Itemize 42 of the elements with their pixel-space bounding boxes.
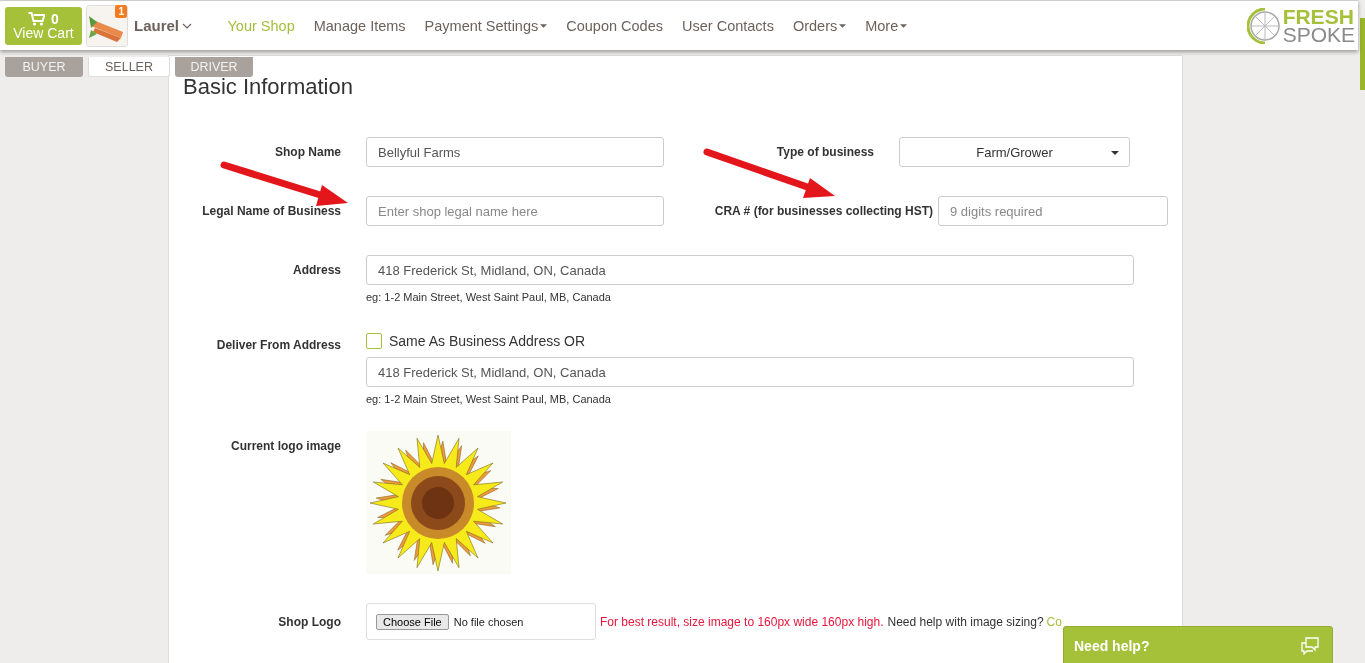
- input-field[interactable]: 418 Frederick St, Midland, ON, Canada: [366, 357, 1134, 387]
- file-input[interactable]: Choose File No file chosen: [366, 603, 596, 640]
- checkbox[interactable]: [366, 333, 382, 349]
- help-text: Need help with image sizing?: [887, 614, 1044, 629]
- caret-down-icon: [839, 23, 847, 28]
- input-field[interactable]: Bellyful Farms: [366, 137, 664, 167]
- hint-text: eg: 1-2 Main Street, West Saint Paul, MB, Canada: [366, 393, 612, 405]
- scrollbar-thumb[interactable]: [1360, 18, 1365, 90]
- role-tab[interactable]: SELLER: [88, 57, 170, 77]
- nav-link[interactable]: User Contacts: [672, 17, 784, 34]
- choose-file-button[interactable]: Choose File: [376, 613, 449, 630]
- business-type-dropdown[interactable]: Farm/Grower: [899, 137, 1130, 167]
- notification-badge: 1: [115, 4, 127, 18]
- nav-link[interactable]: Orders: [783, 17, 856, 34]
- nav-link[interactable]: Manage Items: [304, 17, 416, 34]
- hint-text: eg: 1-2 Main Street, West Saint Paul, MB, Canada: [366, 291, 612, 303]
- caret-down-icon: [900, 23, 908, 28]
- user-menu[interactable]: Laurel: [134, 17, 192, 34]
- chat-icon: [1300, 637, 1320, 655]
- input-field[interactable]: 9 digits required: [938, 196, 1168, 226]
- checkbox-label[interactable]: Same As Business Address OR: [389, 333, 586, 349]
- nav-link[interactable]: Coupon Codes: [556, 17, 673, 34]
- fresh-spoke-logo[interactable]: FRESH SPOKE: [1246, 7, 1355, 44]
- caret-down-icon: [540, 23, 548, 28]
- section-title: Basic Information: [183, 74, 354, 100]
- field-label: Type of business: [775, 145, 874, 159]
- size-warning: For best result, size image to 160px wide 160px high.: [600, 614, 884, 629]
- field-label: Shop Logo: [277, 614, 341, 629]
- caret-down-icon: [1111, 151, 1119, 155]
- chevron-down-icon: [182, 22, 192, 29]
- field-label: Current logo image: [230, 438, 341, 453]
- field-label: Address: [291, 262, 341, 277]
- nav-link[interactable]: More: [855, 17, 917, 34]
- field-label: Legal Name of Business: [201, 204, 341, 218]
- cart-icon: [28, 11, 46, 26]
- nav-link[interactable]: Payment Settings: [415, 17, 557, 34]
- field-label: CRA # (for businesses collecting HST): [713, 204, 933, 218]
- input-field[interactable]: Enter shop legal name here: [366, 196, 664, 226]
- field-label: Deliver From Address: [215, 337, 341, 352]
- file-status: No file chosen: [453, 615, 524, 628]
- field-label: Shop Name: [274, 145, 341, 159]
- input-field[interactable]: 418 Frederick St, Midland, ON, Canada: [366, 255, 1134, 285]
